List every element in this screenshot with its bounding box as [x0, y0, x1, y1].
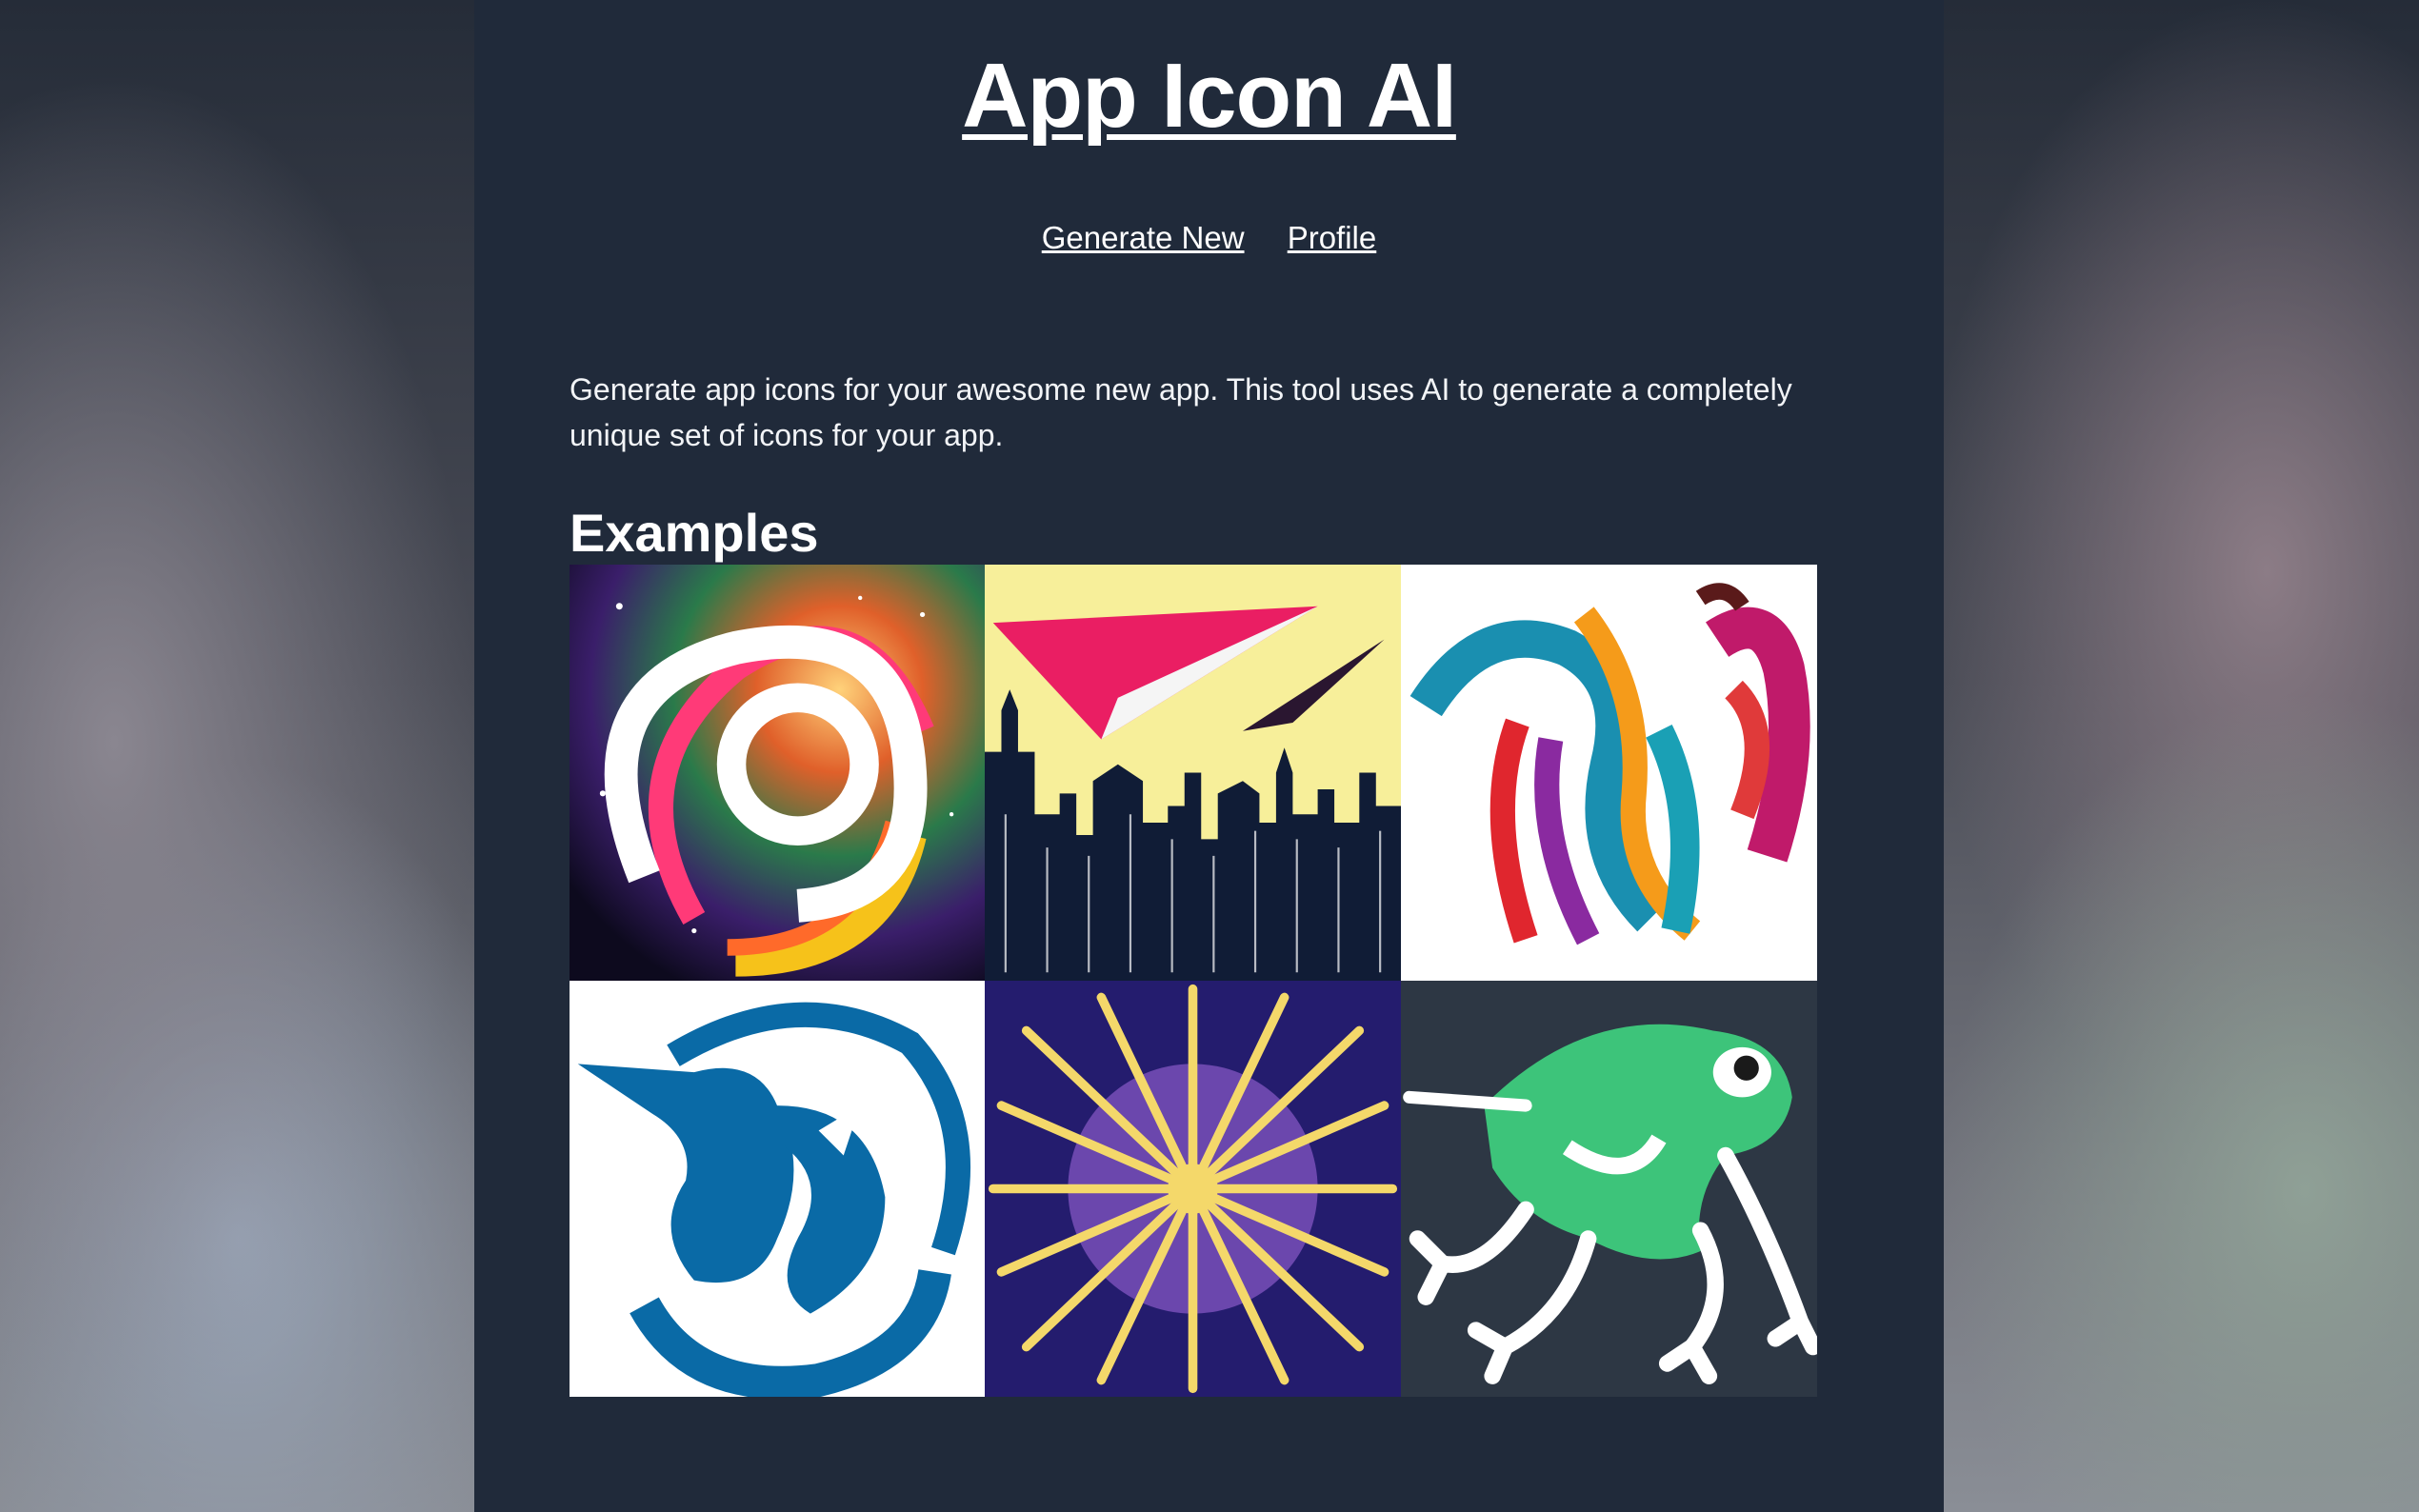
- profile-link[interactable]: Profile: [1288, 220, 1377, 255]
- galaxy-swirl-icon: [570, 565, 985, 981]
- examples-grid: [570, 565, 1817, 1397]
- generate-new-link[interactable]: Generate New: [1042, 220, 1245, 255]
- firework-burst-icon: [985, 981, 1401, 1397]
- colorful-horse-icon: [1401, 565, 1817, 981]
- main-panel: App Icon AI Generate New Profile Generat…: [474, 0, 1944, 1512]
- top-nav: Generate New Profile: [474, 217, 1944, 259]
- green-frog-icon: [1401, 981, 1817, 1397]
- examples-heading: Examples: [570, 503, 819, 563]
- blue-bird-swirl-icon: [570, 981, 985, 1397]
- intro-text: Generate app icons for your awesome new …: [570, 372, 1792, 452]
- page-title[interactable]: App Icon AI: [474, 44, 1944, 149]
- city-paper-plane-icon: [985, 565, 1401, 981]
